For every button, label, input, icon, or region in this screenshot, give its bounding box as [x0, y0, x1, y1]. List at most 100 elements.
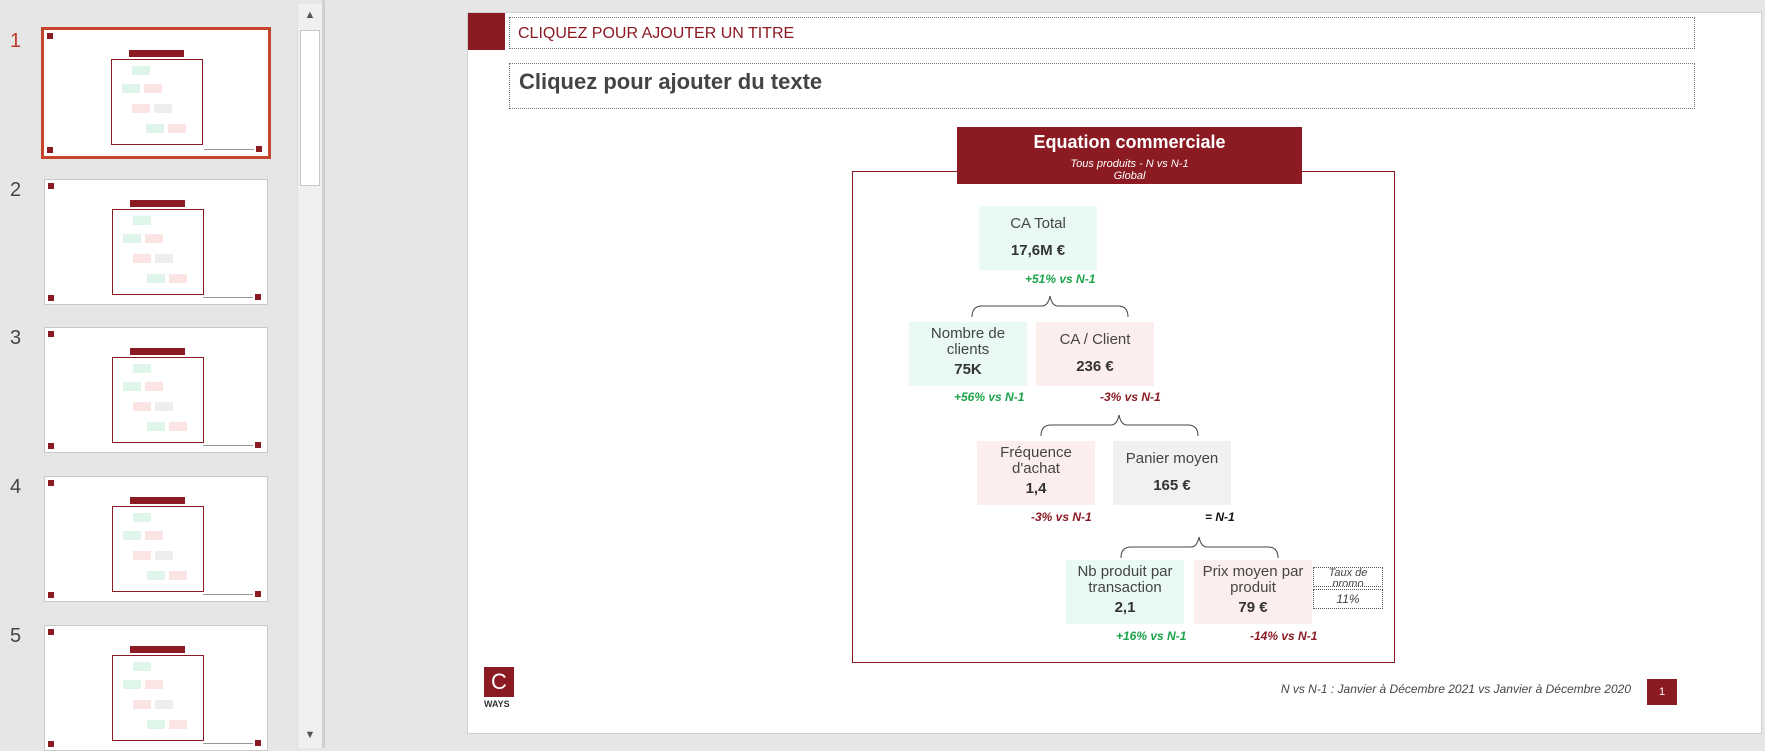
mini-node — [144, 84, 162, 93]
mini-logo — [48, 592, 54, 598]
mini-node — [123, 680, 141, 689]
scrollbar-thumb[interactable] — [300, 30, 320, 186]
page-number: 1 — [1647, 679, 1677, 705]
mini-node — [123, 382, 141, 391]
node-label: CA Total — [1010, 215, 1066, 232]
mini-node — [132, 104, 150, 113]
node-value: 79 € — [1238, 599, 1268, 616]
mini-footnote — [203, 297, 253, 298]
node-nb-produit: Nb produit par transaction 2,1 — [1066, 560, 1184, 624]
mini-logo — [48, 443, 54, 449]
mini-node — [133, 216, 151, 225]
delta-nb-produit: +16% vs N-1 — [1116, 629, 1187, 643]
delta-prix-moyen: -14% vs N-1 — [1250, 629, 1318, 643]
mini-page-number — [255, 442, 261, 448]
mini-accent — [48, 183, 54, 189]
mini-frame — [112, 655, 204, 741]
node-ca-total: CA Total 17,6M € — [979, 206, 1097, 270]
node-label: Nb produit par transaction — [1077, 563, 1173, 596]
mini-node — [154, 104, 172, 113]
mini-title — [130, 348, 185, 355]
mini-page-number — [255, 591, 261, 597]
node-value: 17,6M € — [1010, 242, 1066, 259]
mini-node — [123, 531, 141, 540]
mini-title — [130, 497, 185, 504]
mini-node — [145, 680, 163, 689]
mini-node — [133, 364, 151, 373]
mini-title — [129, 50, 184, 57]
node-label: Fréquence d'achat — [1000, 444, 1072, 477]
mini-frame — [112, 209, 204, 295]
mini-node — [169, 274, 187, 283]
mini-node — [133, 662, 151, 671]
mini-node — [155, 551, 173, 560]
mini-frame — [111, 59, 203, 145]
mini-footnote — [204, 149, 254, 150]
mini-node — [147, 571, 165, 580]
mini-node — [145, 234, 163, 243]
mini-logo — [47, 147, 53, 153]
mini-footnote — [203, 594, 253, 595]
slide-thumbnail[interactable] — [44, 476, 268, 602]
slide-thumbnail-pane: 1 2 3 4 5 — [0, 0, 324, 751]
thumbnail-number: 1 — [10, 30, 22, 52]
delta-ca-total: +51% vs N-1 — [1025, 272, 1096, 286]
mini-node — [169, 720, 187, 729]
slide-thumbnail[interactable] — [41, 27, 271, 159]
mini-node — [145, 382, 163, 391]
scroll-up-arrow-icon[interactable]: ▲ — [298, 4, 322, 26]
mini-node — [147, 422, 165, 431]
node-label: Nombre de clients — [930, 325, 1006, 358]
node-label: Panier moyen — [1125, 450, 1219, 467]
mini-accent — [48, 629, 54, 635]
mini-node — [122, 84, 140, 93]
node-panier: Panier moyen 165 € — [1113, 441, 1231, 505]
mini-title — [130, 646, 185, 653]
node-label: CA / Client — [1059, 331, 1131, 348]
mini-page-number — [255, 740, 261, 746]
logo-text: WAYS — [484, 699, 510, 709]
node-frequence: Fréquence d'achat 1,4 — [977, 441, 1095, 505]
thumbnail-number: 2 — [10, 179, 22, 201]
delta-nb-clients: +56% vs N-1 — [954, 390, 1025, 404]
delta-panier: = N-1 — [1205, 510, 1235, 524]
mini-frame — [112, 357, 204, 443]
mini-node — [146, 124, 164, 133]
mini-footnote — [203, 445, 253, 446]
promo-label: Taux de promo — [1328, 567, 1368, 587]
thumbnail-scrollbar[interactable]: ▲ ▼ — [297, 4, 322, 748]
footnote: N vs N-1 : Janvier à Décembre 2021 vs Ja… — [1280, 682, 1631, 696]
node-prix-moyen: Prix moyen par produit 79 € — [1194, 560, 1312, 624]
mini-node — [133, 700, 151, 709]
node-value: 1,4 — [1025, 480, 1047, 497]
mini-node — [155, 254, 173, 263]
mini-node — [155, 700, 173, 709]
slide-thumbnail[interactable] — [44, 179, 268, 305]
mini-node — [147, 720, 165, 729]
logo-icon: C — [484, 667, 514, 697]
node-value: 165 € — [1153, 477, 1191, 494]
mini-node — [155, 402, 173, 411]
slide-thumbnail[interactable] — [44, 327, 268, 453]
slide-canvas: CLIQUEZ POUR AJOUTER UN TITRE Cliquez po… — [467, 12, 1762, 734]
mini-footnote — [203, 743, 253, 744]
mini-node — [133, 513, 151, 522]
logo-letter: C — [491, 669, 507, 694]
node-value: 75K — [954, 361, 982, 378]
promo-value-box: 11% — [1313, 589, 1383, 609]
promo-label-box: Taux de promo — [1313, 567, 1383, 587]
pane-splitter[interactable] — [322, 0, 325, 748]
thumbnail-number: 5 — [10, 625, 22, 647]
mini-node — [123, 234, 141, 243]
mini-logo — [48, 741, 54, 747]
promo-value: 11% — [1336, 592, 1360, 606]
scroll-down-arrow-icon[interactable]: ▼ — [298, 724, 322, 746]
slide-thumbnail[interactable] — [44, 625, 268, 751]
mini-node — [133, 551, 151, 560]
mini-node — [133, 402, 151, 411]
mini-node — [168, 124, 186, 133]
mini-node — [133, 254, 151, 263]
mini-accent — [48, 480, 54, 486]
mini-frame — [112, 506, 204, 592]
mini-title — [130, 200, 185, 207]
